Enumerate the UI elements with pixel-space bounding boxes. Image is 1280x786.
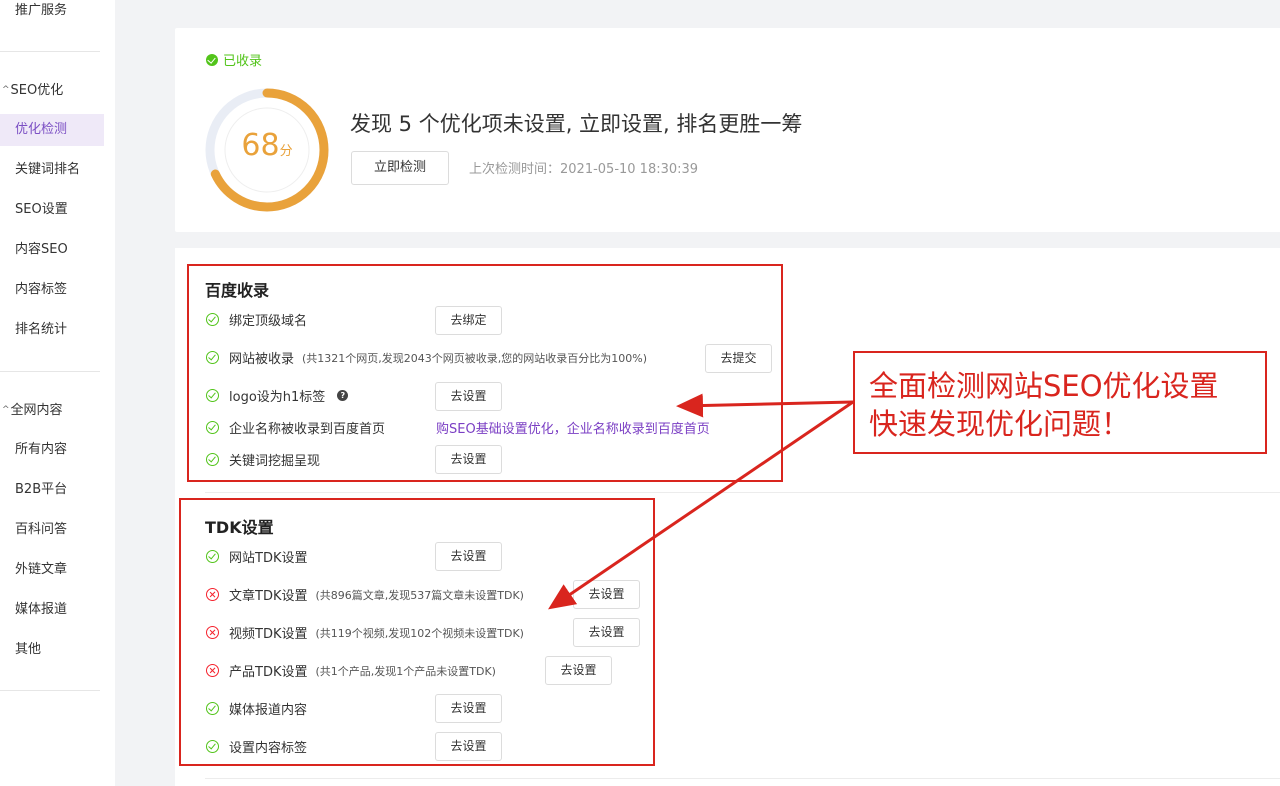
callout-line-1: 全面检测网站SEO优化设置 (869, 369, 1219, 403)
sidebar-divider (0, 690, 100, 691)
sidebar-group-seo[interactable]: ^SEO优化 (0, 81, 63, 101)
sidebar-item-keyword-ranking[interactable]: 关键词排名 (0, 154, 104, 186)
score-unit: 分 (279, 144, 293, 159)
page-title: 发现 5 个优化项未设置, 立即设置, 排名更胜一筹 (350, 112, 803, 136)
sidebar-item-optimization-check[interactable]: 优化检测 (0, 114, 104, 146)
sidebar-group-label: 全网内容 (10, 403, 63, 418)
highlight-box-tdk (179, 498, 655, 766)
check-now-button[interactable]: 立即检测 (351, 151, 449, 185)
sidebar-item-all-content[interactable]: 所有内容 (0, 434, 104, 466)
sidebar-divider (0, 371, 100, 372)
sidebar-item-ranking-stats[interactable]: 排名统计 (0, 314, 104, 346)
callout-line-2: 快速发现优化问题！ (869, 407, 1131, 441)
highlight-box-baidu (187, 264, 783, 482)
sidebar-item-b2b[interactable]: B2B平台 (0, 474, 104, 506)
sidebar-item-content-seo[interactable]: 内容SEO (0, 234, 104, 266)
sidebar-item-other[interactable]: 其他 (0, 634, 104, 666)
score-value: 68分 (203, 128, 331, 163)
check-circle-icon (206, 53, 218, 66)
sidebar: 推广服务 ^SEO优化 优化检测 关键词排名 SEO设置 内容SEO 内容标签 … (0, 0, 115, 786)
section-divider (205, 778, 1280, 779)
chevron-up-icon: ^ (2, 85, 10, 95)
score-number: 68 (241, 128, 280, 163)
sidebar-item-seo-settings[interactable]: SEO设置 (0, 194, 104, 226)
annotation-callout: 全面检测网站SEO优化设置 快速发现优化问题！ (853, 351, 1267, 454)
sidebar-item-qa[interactable]: 百科问答 (0, 514, 104, 546)
sidebar-item-media-reports[interactable]: 媒体报道 (0, 594, 104, 626)
section-divider (205, 492, 1280, 493)
status-badge: 已收录 (206, 50, 262, 69)
sidebar-item-promotion[interactable]: 推广服务 (0, 0, 104, 27)
chevron-up-icon: ^ (2, 405, 10, 415)
sidebar-item-content-tags[interactable]: 内容标签 (0, 274, 104, 306)
last-check-time: 上次检测时间：2021-05-10 18:30:39 (469, 162, 699, 177)
sidebar-divider (0, 51, 100, 52)
status-text: 已收录 (223, 54, 263, 69)
sidebar-group-content[interactable]: ^全网内容 (0, 401, 63, 421)
sidebar-item-backlink-articles[interactable]: 外链文章 (0, 554, 104, 586)
sidebar-group-label: SEO优化 (10, 83, 64, 98)
